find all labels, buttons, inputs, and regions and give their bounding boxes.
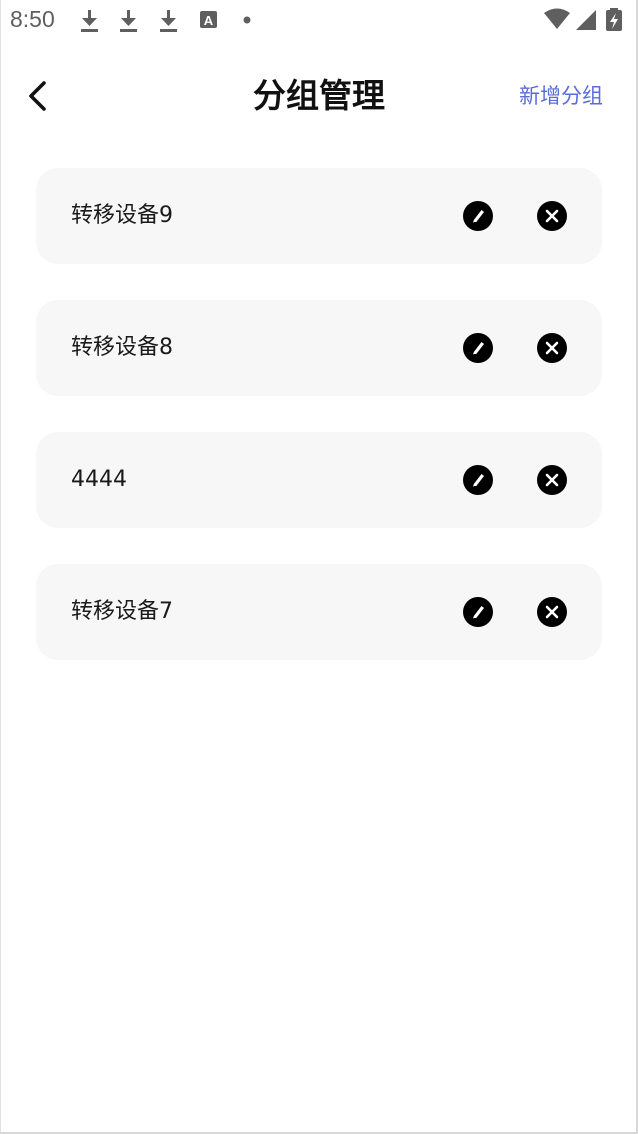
- group-item: 转移设备8: [36, 300, 602, 396]
- edit-icon: [463, 201, 493, 231]
- edit-icon: [463, 333, 493, 363]
- edit-button[interactable]: [463, 465, 493, 495]
- download-icon: [120, 10, 137, 32]
- edit-button[interactable]: [463, 201, 493, 231]
- close-circle-icon: [537, 465, 567, 495]
- close-circle-icon: [537, 333, 567, 363]
- edit-button[interactable]: [463, 597, 493, 627]
- group-item: 转移设备9: [36, 168, 602, 264]
- group-name: 转移设备8: [71, 335, 173, 360]
- edit-icon: [463, 465, 493, 495]
- dot-icon: [243, 16, 251, 24]
- delete-button[interactable]: [537, 201, 567, 231]
- screen: 8:50 A 分组管理 新增分组 转移设备9 转移设备8 4444 转移设备7: [0, 0, 638, 1134]
- back-button[interactable]: [22, 76, 62, 116]
- status-icons-right: [544, 8, 622, 31]
- status-icons-left: A: [81, 10, 251, 32]
- status-time: 8:50: [10, 6, 55, 32]
- close-circle-icon: [537, 597, 567, 627]
- download-icon: [160, 10, 177, 32]
- delete-button[interactable]: [537, 333, 567, 363]
- group-name: 转移设备7: [71, 599, 173, 624]
- wifi-icon: [544, 8, 570, 29]
- group-name: 转移设备9: [71, 203, 173, 228]
- group-name: 4444: [71, 467, 127, 492]
- window-edge-left: [0, 0, 1, 1134]
- battery-icon: [606, 8, 622, 31]
- signal-icon: [576, 10, 596, 30]
- download-icon: [81, 10, 98, 32]
- delete-button[interactable]: [537, 597, 567, 627]
- chevron-left-icon: [29, 81, 46, 111]
- font-icon: A: [200, 11, 217, 28]
- edit-button[interactable]: [463, 333, 493, 363]
- svg-text:A: A: [204, 13, 214, 28]
- group-item: 转移设备7: [36, 564, 602, 660]
- delete-button[interactable]: [537, 465, 567, 495]
- edit-icon: [463, 597, 493, 627]
- add-group-button[interactable]: 新增分组: [519, 80, 603, 112]
- group-item: 4444: [36, 432, 602, 528]
- close-circle-icon: [537, 201, 567, 231]
- status-bar: 8:50 A: [0, 0, 638, 40]
